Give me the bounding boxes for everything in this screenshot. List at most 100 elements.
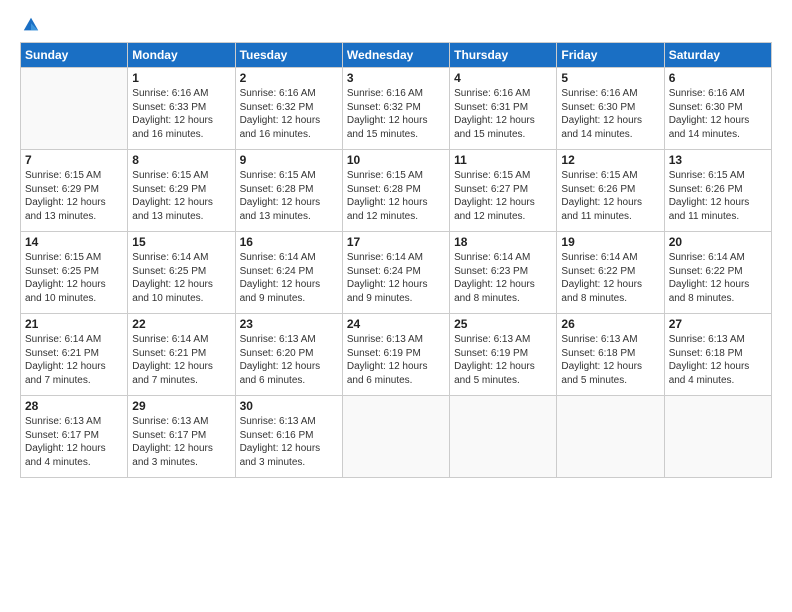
day-info: Sunrise: 6:13 AM Sunset: 6:19 PM Dayligh… — [347, 333, 445, 387]
calendar-header-monday: Monday — [128, 43, 235, 68]
calendar-cell: 24Sunrise: 6:13 AM Sunset: 6:19 PM Dayli… — [342, 314, 449, 396]
day-info: Sunrise: 6:14 AM Sunset: 6:22 PM Dayligh… — [669, 251, 767, 305]
day-number: 22 — [132, 317, 230, 331]
page: SundayMondayTuesdayWednesdayThursdayFrid… — [0, 0, 792, 612]
day-info: Sunrise: 6:13 AM Sunset: 6:18 PM Dayligh… — [669, 333, 767, 387]
calendar-cell — [450, 396, 557, 478]
day-number: 29 — [132, 399, 230, 413]
day-number: 12 — [561, 153, 659, 167]
calendar-header-wednesday: Wednesday — [342, 43, 449, 68]
day-info: Sunrise: 6:15 AM Sunset: 6:27 PM Dayligh… — [454, 169, 552, 223]
day-number: 14 — [25, 235, 123, 249]
calendar-cell: 12Sunrise: 6:15 AM Sunset: 6:26 PM Dayli… — [557, 150, 664, 232]
day-number: 28 — [25, 399, 123, 413]
calendar-header-tuesday: Tuesday — [235, 43, 342, 68]
calendar-cell: 13 Sunrise: 6:15 AM Sunset: 6:26 PM Dayli… — [664, 150, 771, 232]
calendar-cell: 30 Sunrise: 6:13 AM Sunset: 6:16 PM Dayli… — [235, 396, 342, 478]
day-info: Sunrise: 6:16 AM Sunset: 6:30 PM Dayligh… — [669, 87, 767, 141]
calendar-cell: 11 Sunrise: 6:15 AM Sunset: 6:27 PM Dayli… — [450, 150, 557, 232]
day-number: 18 — [454, 235, 552, 249]
day-number: 4 — [454, 71, 552, 85]
calendar-header-row: SundayMondayTuesdayWednesdayThursdayFrid… — [21, 43, 772, 68]
day-info: Sunrise: 6:15 AM Sunset: 6:26 PM Dayligh… — [669, 169, 767, 223]
header — [20, 16, 772, 34]
calendar-cell: 28 Sunrise: 6:13 AM Sunset: 6:17 PM Dayli… — [21, 396, 128, 478]
day-info: Sunrise: 6:16 AM Sunset: 6:33 PM Dayligh… — [132, 87, 230, 141]
calendar-cell: 4Sunrise: 6:16 AM Sunset: 6:31 PM Daylig… — [450, 68, 557, 150]
day-number: 9 — [240, 153, 338, 167]
day-number: 30 — [240, 399, 338, 413]
calendar-cell — [557, 396, 664, 478]
day-number: 13 — [669, 153, 767, 167]
calendar: SundayMondayTuesdayWednesdayThursdayFrid… — [20, 42, 772, 478]
calendar-cell — [664, 396, 771, 478]
day-info: Sunrise: 6:15 AM Sunset: 6:28 PM Dayligh… — [240, 169, 338, 223]
calendar-cell: 29Sunrise: 6:13 AM Sunset: 6:17 PM Dayli… — [128, 396, 235, 478]
day-info: Sunrise: 6:14 AM Sunset: 6:24 PM Dayligh… — [347, 251, 445, 305]
calendar-cell: 7Sunrise: 6:15 AM Sunset: 6:29 PM Daylig… — [21, 150, 128, 232]
calendar-cell: 19 Sunrise: 6:14 AM Sunset: 6:22 PM Dayli… — [557, 232, 664, 314]
day-number: 17 — [347, 235, 445, 249]
day-number: 11 — [454, 153, 552, 167]
day-number: 2 — [240, 71, 338, 85]
calendar-cell: 23Sunrise: 6:13 AM Sunset: 6:20 PM Dayli… — [235, 314, 342, 396]
day-info: Sunrise: 6:13 AM Sunset: 6:18 PM Dayligh… — [561, 333, 659, 387]
logo — [20, 16, 40, 34]
calendar-cell: 22 Sunrise: 6:14 AM Sunset: 6:21 PM Dayli… — [128, 314, 235, 396]
calendar-header-sunday: Sunday — [21, 43, 128, 68]
day-number: 16 — [240, 235, 338, 249]
day-number: 27 — [669, 317, 767, 331]
calendar-cell: 10Sunrise: 6:15 AM Sunset: 6:28 PM Dayli… — [342, 150, 449, 232]
day-info: Sunrise: 6:15 AM Sunset: 6:29 PM Dayligh… — [25, 169, 123, 223]
calendar-week-row: 7Sunrise: 6:15 AM Sunset: 6:29 PM Daylig… — [21, 150, 772, 232]
day-info: Sunrise: 6:14 AM Sunset: 6:22 PM Dayligh… — [561, 251, 659, 305]
day-number: 1 — [132, 71, 230, 85]
day-number: 15 — [132, 235, 230, 249]
calendar-cell: 14 Sunrise: 6:15 AM Sunset: 6:25 PM Dayli… — [21, 232, 128, 314]
day-info: Sunrise: 6:15 AM Sunset: 6:29 PM Dayligh… — [132, 169, 230, 223]
day-info: Sunrise: 6:13 AM Sunset: 6:19 PM Dayligh… — [454, 333, 552, 387]
calendar-cell: 17 Sunrise: 6:14 AM Sunset: 6:24 PM Dayli… — [342, 232, 449, 314]
calendar-cell — [342, 396, 449, 478]
day-info: Sunrise: 6:14 AM Sunset: 6:21 PM Dayligh… — [132, 333, 230, 387]
calendar-cell: 2 Sunrise: 6:16 AM Sunset: 6:32 PM Daylig… — [235, 68, 342, 150]
calendar-cell: 18 Sunrise: 6:14 AM Sunset: 6:23 PM Dayli… — [450, 232, 557, 314]
calendar-cell: 8 Sunrise: 6:15 AM Sunset: 6:29 PM Daylig… — [128, 150, 235, 232]
calendar-cell: 5 Sunrise: 6:16 AM Sunset: 6:30 PM Daylig… — [557, 68, 664, 150]
calendar-cell: 6Sunrise: 6:16 AM Sunset: 6:30 PM Daylig… — [664, 68, 771, 150]
day-number: 21 — [25, 317, 123, 331]
calendar-cell: 20 Sunrise: 6:14 AM Sunset: 6:22 PM Dayli… — [664, 232, 771, 314]
calendar-header-friday: Friday — [557, 43, 664, 68]
calendar-week-row: 1 Sunrise: 6:16 AM Sunset: 6:33 PM Daylig… — [21, 68, 772, 150]
day-info: Sunrise: 6:16 AM Sunset: 6:32 PM Dayligh… — [347, 87, 445, 141]
day-number: 19 — [561, 235, 659, 249]
day-number: 8 — [132, 153, 230, 167]
calendar-cell: 26 Sunrise: 6:13 AM Sunset: 6:18 PM Dayli… — [557, 314, 664, 396]
calendar-header-saturday: Saturday — [664, 43, 771, 68]
calendar-cell: 25 Sunrise: 6:13 AM Sunset: 6:19 PM Dayli… — [450, 314, 557, 396]
day-info: Sunrise: 6:13 AM Sunset: 6:16 PM Dayligh… — [240, 415, 338, 469]
day-number: 20 — [669, 235, 767, 249]
day-number: 23 — [240, 317, 338, 331]
calendar-cell: 27 Sunrise: 6:13 AM Sunset: 6:18 PM Dayli… — [664, 314, 771, 396]
day-info: Sunrise: 6:14 AM Sunset: 6:24 PM Dayligh… — [240, 251, 338, 305]
day-info: Sunrise: 6:15 AM Sunset: 6:28 PM Dayligh… — [347, 169, 445, 223]
calendar-cell: 3 Sunrise: 6:16 AM Sunset: 6:32 PM Daylig… — [342, 68, 449, 150]
day-info: Sunrise: 6:15 AM Sunset: 6:25 PM Dayligh… — [25, 251, 123, 305]
calendar-cell: 21 Sunrise: 6:14 AM Sunset: 6:21 PM Dayli… — [21, 314, 128, 396]
day-info: Sunrise: 6:16 AM Sunset: 6:30 PM Dayligh… — [561, 87, 659, 141]
calendar-cell: 9 Sunrise: 6:15 AM Sunset: 6:28 PM Daylig… — [235, 150, 342, 232]
day-number: 25 — [454, 317, 552, 331]
calendar-week-row: 21 Sunrise: 6:14 AM Sunset: 6:21 PM Dayli… — [21, 314, 772, 396]
day-number: 3 — [347, 71, 445, 85]
day-info: Sunrise: 6:13 AM Sunset: 6:17 PM Dayligh… — [25, 415, 123, 469]
day-number: 26 — [561, 317, 659, 331]
day-number: 5 — [561, 71, 659, 85]
calendar-week-row: 28 Sunrise: 6:13 AM Sunset: 6:17 PM Dayli… — [21, 396, 772, 478]
day-info: Sunrise: 6:14 AM Sunset: 6:21 PM Dayligh… — [25, 333, 123, 387]
calendar-cell: 16 Sunrise: 6:14 AM Sunset: 6:24 PM Dayli… — [235, 232, 342, 314]
day-info: Sunrise: 6:14 AM Sunset: 6:23 PM Dayligh… — [454, 251, 552, 305]
calendar-cell: 1 Sunrise: 6:16 AM Sunset: 6:33 PM Daylig… — [128, 68, 235, 150]
day-info: Sunrise: 6:16 AM Sunset: 6:32 PM Dayligh… — [240, 87, 338, 141]
logo-icon — [22, 16, 40, 34]
